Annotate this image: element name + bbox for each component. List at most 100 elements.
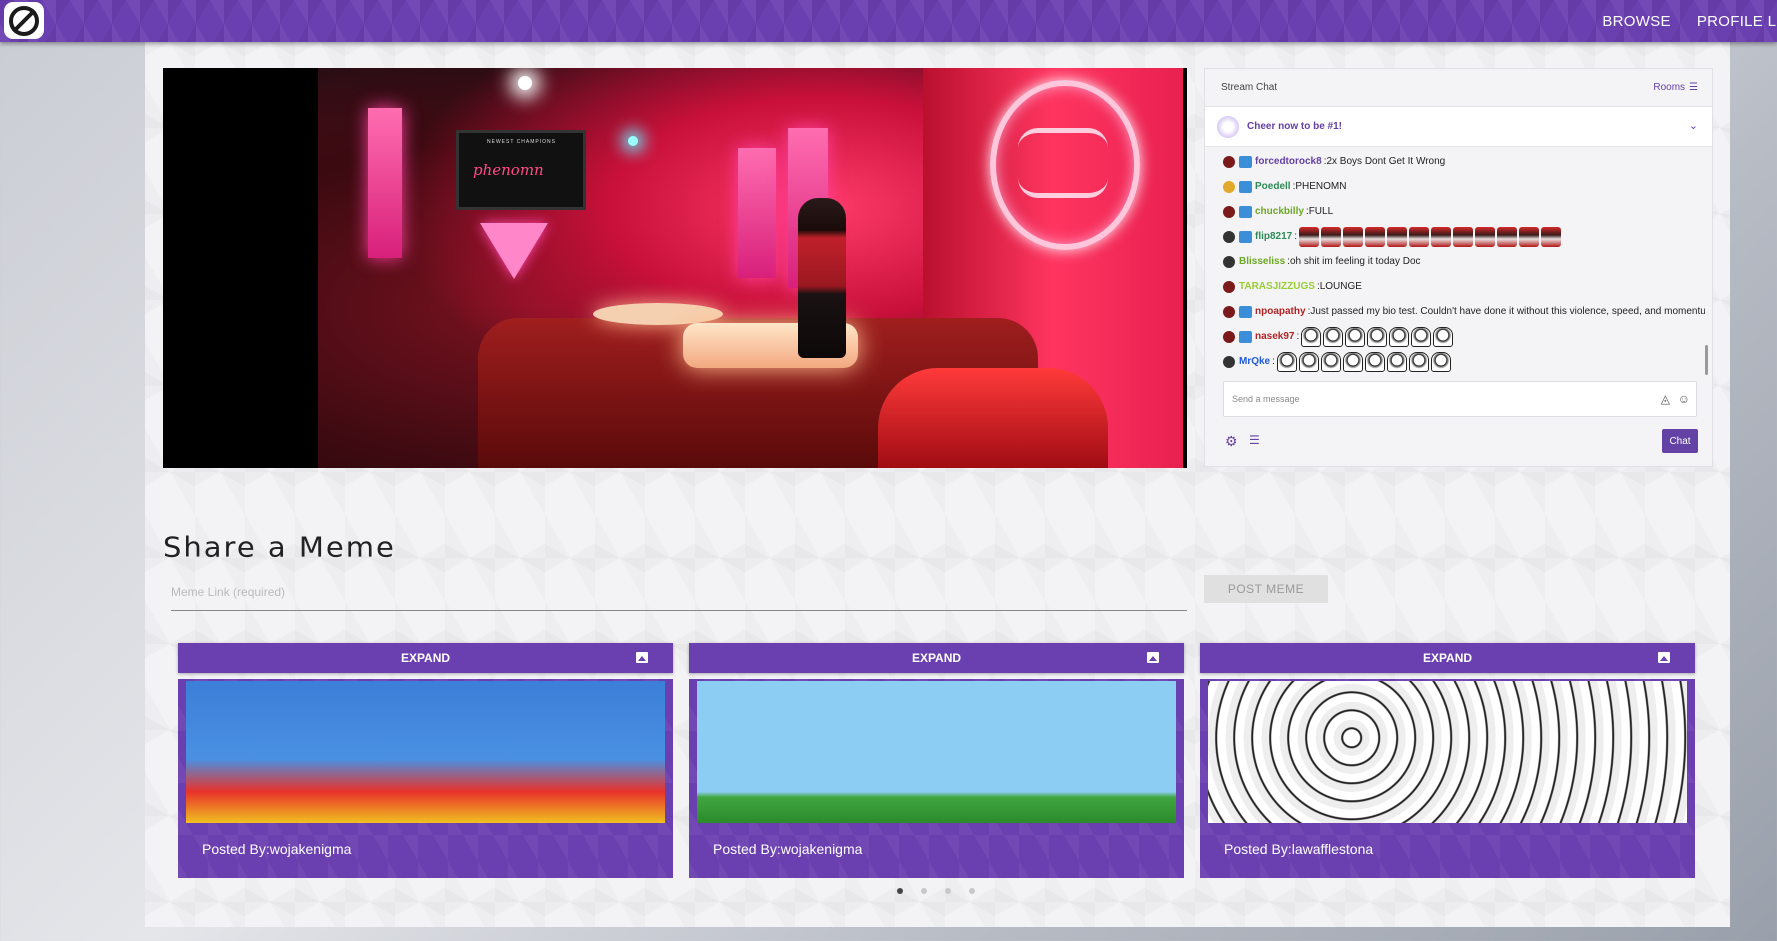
meme-link-input[interactable] <box>171 575 1187 609</box>
meme-image[interactable] <box>186 681 665 823</box>
studio-couch <box>878 368 1108 468</box>
studio-pillar <box>368 108 402 258</box>
subscriber-badge-icon <box>1239 230 1252 243</box>
meme-link-field[interactable] <box>171 575 1187 611</box>
face-emote-icon[interactable] <box>1364 351 1385 372</box>
carousel-pagination <box>897 888 975 894</box>
doc-emote-icon[interactable] <box>1519 226 1540 247</box>
doc-emote-icon[interactable] <box>1299 226 1320 247</box>
gear-icon[interactable]: ⚙ <box>1225 433 1238 450</box>
cheer-banner[interactable]: Cheer now to be #1! ⌄ <box>1205 107 1712 147</box>
rooms-list-icon: ☰ <box>1689 82 1698 93</box>
face-emote-icon[interactable] <box>1430 351 1451 372</box>
meme-image[interactable] <box>697 681 1176 823</box>
chat-username[interactable]: nasek97 <box>1255 331 1294 342</box>
spotlight <box>518 76 532 90</box>
chat-title: Stream Chat <box>1221 82 1278 93</box>
streamer-figure <box>798 198 846 358</box>
pagination-dot[interactable] <box>897 888 903 894</box>
chat-username[interactable]: TARASJIZZUGS <box>1239 281 1315 292</box>
face-emote-icon[interactable] <box>1411 326 1432 347</box>
meme-image[interactable] <box>1208 681 1687 823</box>
doc-emote-icon[interactable] <box>1497 226 1518 247</box>
card-body: Posted By:wojakenigma <box>178 679 673 878</box>
face-emote-icon[interactable] <box>1389 326 1410 347</box>
chat-send-button[interactable]: Chat <box>1662 429 1698 453</box>
rooms-button[interactable]: Rooms ☰ <box>1653 82 1698 93</box>
expand-label: EXPAND <box>911 651 962 665</box>
face-emote-icon[interactable] <box>1433 326 1454 347</box>
expand-button[interactable]: EXPAND <box>178 643 673 673</box>
face-emote-icon[interactable] <box>1408 351 1429 372</box>
chat-text: oh shit im feeling it today Doc <box>1289 256 1421 267</box>
chat-header: Stream Chat Rooms ☰ <box>1205 69 1712 107</box>
chat-username[interactable]: chuckbilly <box>1255 206 1304 217</box>
face-emote-icon[interactable] <box>1301 326 1322 347</box>
doc-emote-icon[interactable] <box>1541 226 1562 247</box>
chat-message-input[interactable] <box>1224 382 1584 416</box>
pagination-dot[interactable] <box>921 888 927 894</box>
face-emote-icon[interactable] <box>1367 326 1388 347</box>
chat-username[interactable]: flip8217 <box>1255 231 1292 242</box>
chat-text: FULL <box>1308 206 1334 217</box>
nav-profile-link[interactable]: PROFILE LIS <box>1697 13 1777 30</box>
pagination-dot[interactable] <box>969 888 975 894</box>
image-icon[interactable] <box>1658 652 1670 663</box>
chat-separator: : <box>1272 356 1275 367</box>
doc-emote-icon[interactable] <box>1321 226 1342 247</box>
chat-username[interactable]: MrQke <box>1239 356 1270 367</box>
chat-text: PHENOMN <box>1295 181 1347 192</box>
expand-button[interactable]: EXPAND <box>1200 643 1695 673</box>
top-navbar: BROWSE PROFILE LIS <box>0 0 1777 42</box>
chat-username[interactable]: npoapathy <box>1255 306 1306 317</box>
chat-text: LOUNGE <box>1319 281 1362 292</box>
bits-icon[interactable]: ◬ <box>1661 392 1670 406</box>
doc-emote-icon[interactable] <box>1387 226 1408 247</box>
face-emote-icon[interactable] <box>1386 351 1407 372</box>
meme-card: EXPAND Posted By:wojakenigma <box>178 643 673 878</box>
face-emote-icon[interactable] <box>1298 351 1319 372</box>
rooms-label: Rooms <box>1653 82 1686 93</box>
face-emote-icon[interactable] <box>1342 351 1363 372</box>
user-badge-icon <box>1223 155 1235 168</box>
image-icon[interactable] <box>1147 652 1159 663</box>
subscriber-badge-icon <box>1239 305 1252 318</box>
post-meme-button[interactable]: POST MEME <box>1204 575 1328 603</box>
chat-message: flip8217: <box>1205 224 1705 249</box>
chat-scrollbar[interactable] <box>1705 345 1708 375</box>
viewer-list-icon[interactable]: ☰ <box>1249 433 1260 447</box>
doc-emote-icon[interactable] <box>1453 226 1474 247</box>
user-badge-icon <box>1223 205 1235 218</box>
meme-card: EXPAND Posted By:lawafflestona <box>1200 643 1695 878</box>
expand-button[interactable]: EXPAND <box>689 643 1184 673</box>
doc-emote-icon[interactable] <box>1475 226 1496 247</box>
tv-text: phenomn <box>473 161 544 179</box>
chat-input-box[interactable]: ◬ ☺ <box>1223 381 1697 417</box>
chat-username[interactable]: forcedtorock8 <box>1255 156 1322 167</box>
nav-browse-link[interactable]: BROWSE <box>1602 13 1670 30</box>
image-icon[interactable] <box>636 652 648 663</box>
face-emote-icon[interactable] <box>1345 326 1366 347</box>
logo-icon[interactable] <box>4 2 44 39</box>
face-emote-icon[interactable] <box>1276 351 1297 372</box>
video-player[interactable]: NEWEST CHAMPIONS phenomn <box>163 68 1187 468</box>
doc-emote-icon[interactable] <box>1343 226 1364 247</box>
subscriber-badge-icon <box>1239 205 1252 218</box>
subscriber-badge-icon <box>1239 180 1252 193</box>
doc-emote-icon[interactable] <box>1365 226 1386 247</box>
chat-separator: : <box>1296 331 1300 342</box>
posted-by: Posted By:wojakenigma <box>713 841 863 857</box>
doc-emote-icon[interactable] <box>1409 226 1430 247</box>
expand-label: EXPAND <box>1422 651 1473 665</box>
chevron-down-icon[interactable]: ⌄ <box>1689 119 1698 132</box>
chat-username[interactable]: Blisseliss <box>1239 256 1285 267</box>
chat-username[interactable]: Poedell <box>1255 181 1291 192</box>
chat-message: forcedtorock8: 2x Boys Dont Get It Wrong <box>1205 149 1705 174</box>
chat-text: 2x Boys Dont Get It Wrong <box>1326 156 1446 167</box>
face-emote-icon[interactable] <box>1320 351 1341 372</box>
doc-emote-icon[interactable] <box>1431 226 1452 247</box>
face-emote-icon[interactable] <box>1323 326 1344 347</box>
pagination-dot[interactable] <box>945 888 951 894</box>
stream-chat: Stream Chat Rooms ☰ Cheer now to be #1! ⌄… <box>1204 68 1713 467</box>
emote-picker-icon[interactable]: ☺ <box>1678 392 1690 406</box>
